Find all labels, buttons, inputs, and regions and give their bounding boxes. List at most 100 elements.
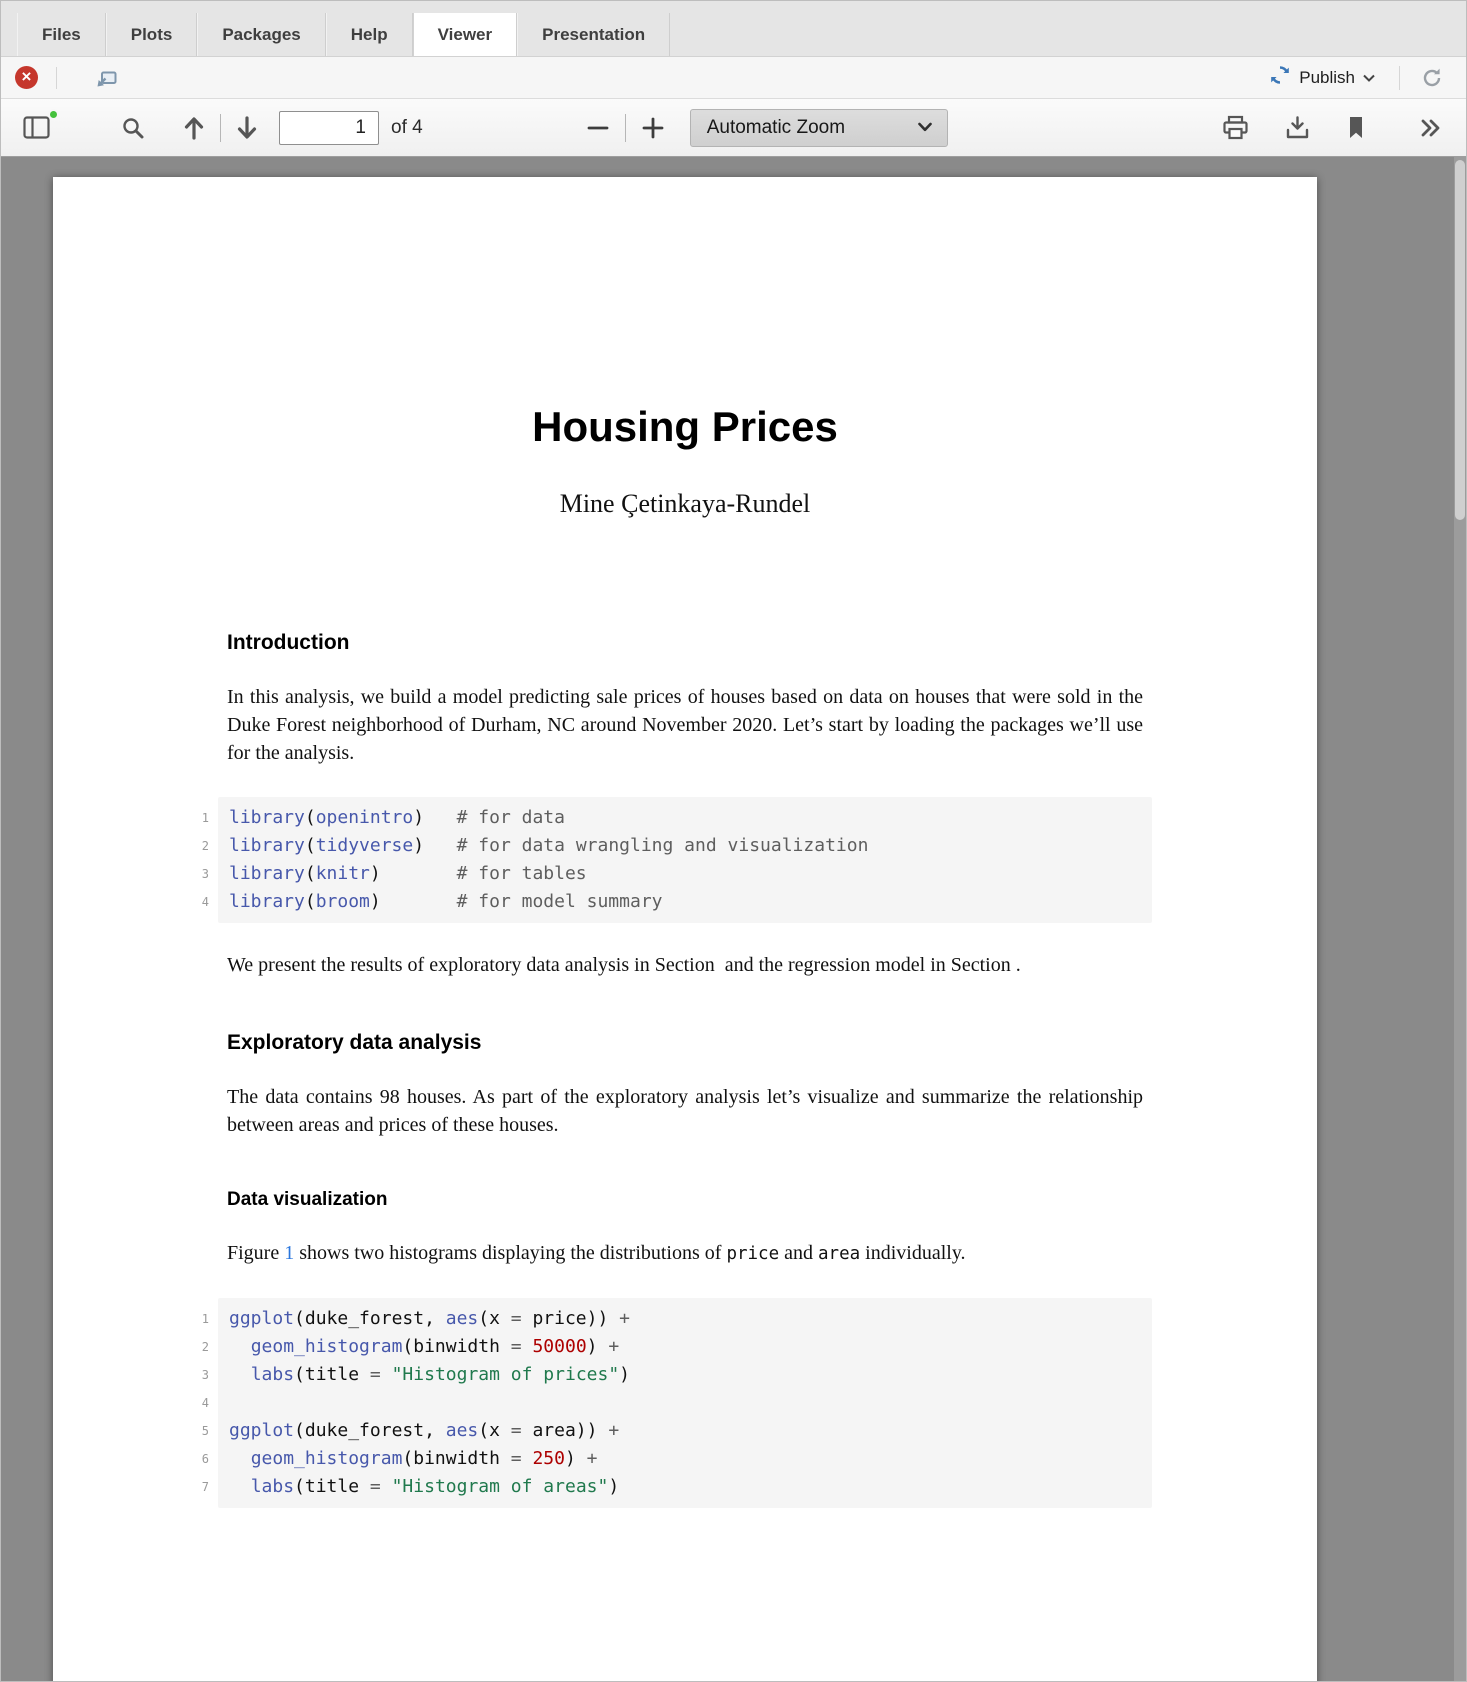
inline-code: area [818,1244,860,1264]
toolbar-separator [1399,66,1400,90]
toolbar-more-icon[interactable] [1412,112,1448,144]
sidebar-toggle-icon[interactable] [19,112,54,143]
paragraph-intro: In this analysis, we build a model predi… [227,683,1143,767]
code-line: 3library(knitr) # for tables [229,860,1141,888]
line-number: 5 [189,1417,209,1445]
document-title: Housing Prices [227,403,1143,451]
tab-plots[interactable]: Plots [106,13,198,56]
code-token: ) [413,835,424,856]
code-token [229,1336,251,1357]
code-token: # for data [457,807,565,828]
line-number: 6 [189,1445,209,1473]
zoom-in-icon[interactable] [636,111,670,145]
publish-icon [1269,64,1291,91]
scrollbar[interactable] [1454,157,1466,1681]
code-token: (binwidth [402,1448,510,1469]
text-segment: individually. [860,1242,965,1264]
publish-button[interactable]: Publish [1261,60,1383,95]
section-heading-dataviz: Data visualization [227,1189,1143,1211]
line-number: 1 [189,804,209,832]
code-line: 4 [229,1389,1141,1417]
code-token: ) [413,807,424,828]
bookmark-icon[interactable] [1342,111,1370,144]
code-token: labs [251,1476,294,1497]
code-token: geom_histogram [251,1448,403,1469]
publish-label: Publish [1299,68,1355,88]
code-line: 7 labs(title = "Histogram of areas") [229,1473,1141,1501]
code-token: (x [478,1420,511,1441]
page-up-icon[interactable] [178,111,210,145]
code-line: 1ggplot(duke_forest, aes(x = price)) + [229,1305,1141,1333]
zoom-select[interactable]: Automatic Zoom [690,109,948,147]
code-block-libraries: 1library(openintro) # for data2library(t… [218,797,1152,923]
text-segment: In this analysis, we build a model predi… [227,686,1143,764]
code-token: ) [370,863,381,884]
code-token: "Histogram of areas" [392,1476,609,1497]
close-icon[interactable]: × [15,66,38,89]
code-token: # for model summary [457,891,663,912]
refresh-icon[interactable] [1416,62,1448,94]
popout-icon[interactable] [95,67,118,88]
print-icon[interactable] [1218,111,1253,144]
tab-files[interactable]: Files [17,13,106,56]
figure-ref-link[interactable]: 1 [284,1242,294,1264]
code-line: 6 geom_histogram(binwidth = 250) + [229,1445,1141,1473]
code-token: ) [370,891,381,912]
code-token: # for tables [457,863,587,884]
code-token: openintro [316,807,414,828]
code-token: + [608,1336,619,1357]
code-token: (duke_forest, [294,1420,446,1441]
pdf-toolbar: of 4 Automatic Zoom [1,99,1466,157]
tab-presentation[interactable]: Presentation [517,13,670,56]
code-token: = [511,1448,522,1469]
toolbar-divider [625,114,626,142]
pane-tabbar: FilesPlotsPackagesHelpViewerPresentation [1,1,1466,57]
code-token: ) [565,1448,587,1469]
notification-dot [48,109,59,120]
line-number: 7 [189,1473,209,1501]
code-token: aes [446,1308,479,1329]
code-token: knitr [316,863,370,884]
pdf-page: Housing Prices Mine Çetinkaya-Rundel Int… [53,177,1317,1681]
tab-viewer[interactable]: Viewer [413,13,518,56]
page-count-label: of 4 [391,117,423,139]
code-token: = [511,1420,522,1441]
line-number: 2 [189,1333,209,1361]
code-token: ( [305,863,316,884]
page-down-icon[interactable] [231,111,263,145]
code-token [381,863,457,884]
search-icon[interactable] [116,111,150,145]
inline-code: price [726,1244,779,1264]
code-token: ( [305,835,316,856]
code-token: (title [294,1364,370,1385]
paragraph-figure: Figure 1 shows two histograms displaying… [227,1239,1143,1268]
code-token: = [511,1336,522,1357]
text-segment: We present the results of exploratory da… [227,954,1021,976]
code-token: area)) [522,1420,609,1441]
paragraph-eda: The data contains 98 houses. As part of … [227,1083,1143,1139]
toolbar-divider [220,114,221,142]
code-token: ( [305,807,316,828]
code-token: broom [316,891,370,912]
text-segment: The data contains 98 houses. As part of … [227,1086,1143,1136]
line-number: 2 [189,832,209,860]
tab-packages[interactable]: Packages [197,13,325,56]
scrollbar-thumb[interactable] [1455,160,1465,520]
download-icon[interactable] [1281,111,1314,144]
toolbar-separator [56,67,57,89]
section-heading-introduction: Introduction [227,631,1143,655]
code-token: library [229,863,305,884]
code-line: 2library(tidyverse) # for data wrangling… [229,832,1141,860]
code-token: + [587,1448,598,1469]
page-number-input[interactable] [279,111,379,145]
code-token [424,835,457,856]
code-token: library [229,891,305,912]
code-token: = [370,1364,381,1385]
pdf-viewer-area[interactable]: Housing Prices Mine Çetinkaya-Rundel Int… [1,157,1466,1681]
tab-help[interactable]: Help [326,13,413,56]
code-token: labs [251,1364,294,1385]
code-token [424,807,457,828]
code-token [381,1476,392,1497]
zoom-out-icon[interactable] [581,111,615,145]
code-line: 3 labs(title = "Histogram of prices") [229,1361,1141,1389]
